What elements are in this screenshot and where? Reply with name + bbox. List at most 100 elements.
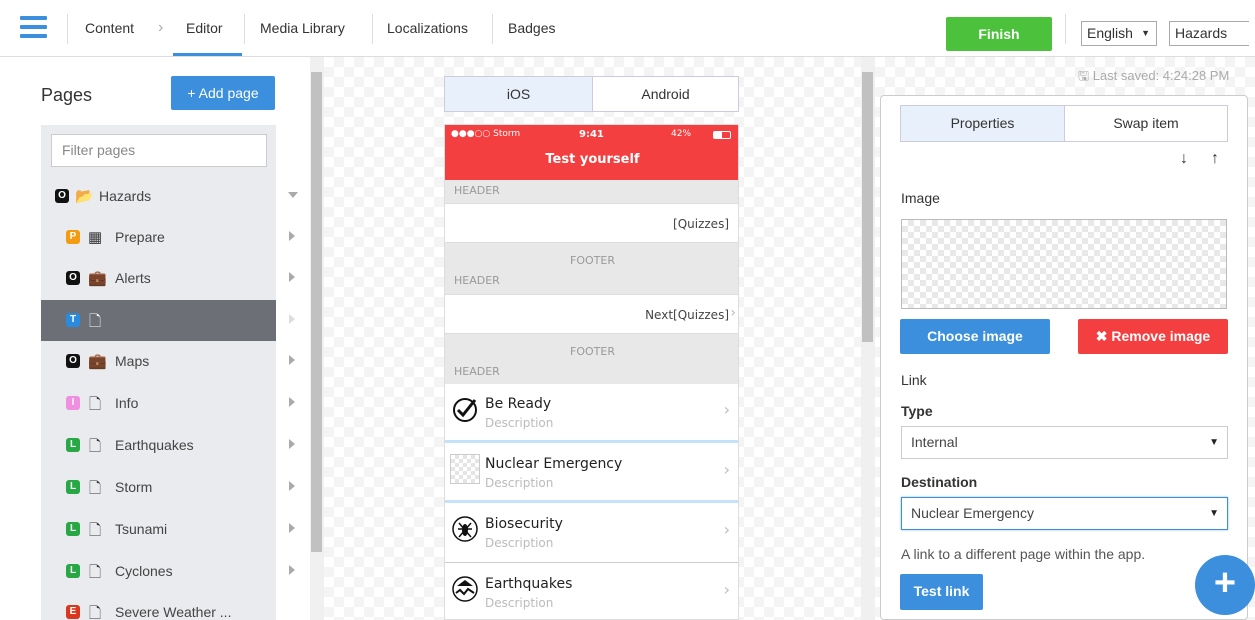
pages-title: Pages bbox=[41, 85, 93, 105]
image-placeholder-icon bbox=[450, 454, 480, 484]
expand-icon[interactable] bbox=[289, 481, 295, 491]
tree-row-label: Earthquakes bbox=[115, 437, 194, 453]
expand-icon[interactable] bbox=[289, 231, 295, 241]
active-tab-underline bbox=[173, 53, 242, 56]
type-label: Type bbox=[901, 403, 933, 419]
sidebar-scroll-thumb[interactable] bbox=[311, 72, 322, 552]
expand-icon[interactable] bbox=[289, 523, 295, 533]
destination-label: Destination bbox=[901, 474, 978, 490]
language-select[interactable]: English ▼ bbox=[1081, 21, 1157, 46]
tree-row-selected[interactable]: T 🗋 bbox=[41, 300, 295, 341]
grid-icon: ▦ bbox=[88, 229, 103, 246]
battery-icon bbox=[713, 131, 731, 139]
menu-icon[interactable] bbox=[20, 16, 47, 38]
image-preview bbox=[901, 219, 1227, 309]
status-battery: 42% bbox=[671, 129, 692, 139]
header-label: HEADER bbox=[454, 274, 500, 287]
page-icon: 🗋 bbox=[89, 564, 102, 581]
badge: L bbox=[66, 480, 80, 494]
tree-row-label: Alerts bbox=[115, 270, 151, 286]
divider bbox=[372, 14, 373, 44]
tree-row-info[interactable]: I 🗋 Info bbox=[41, 383, 295, 424]
list-item[interactable]: Earthquakes Description › bbox=[445, 564, 738, 619]
list-item-desc: Description bbox=[485, 476, 554, 490]
choose-image-button[interactable]: Choose image bbox=[900, 319, 1050, 354]
destination-select[interactable]: Nuclear Emergency ▼ bbox=[901, 497, 1228, 530]
move-down-icon[interactable]: ↓ bbox=[1180, 150, 1188, 168]
nav-badges[interactable]: Badges bbox=[508, 0, 555, 56]
move-up-icon[interactable]: ↑ bbox=[1211, 150, 1219, 168]
tab-android[interactable]: Android bbox=[592, 76, 739, 112]
preview-scroll-thumb[interactable] bbox=[862, 72, 873, 342]
nav-editor[interactable]: Editor bbox=[186, 0, 223, 56]
remove-image-button[interactable]: ✖ Remove image bbox=[1078, 319, 1228, 354]
header-zone[interactable]: HEADER bbox=[445, 180, 738, 203]
tree-row-storm[interactable]: L 🗋 Storm bbox=[41, 467, 295, 508]
badge: L bbox=[66, 522, 80, 536]
add-page-button[interactable]: + Add page bbox=[171, 76, 275, 110]
tree-row-earthquakes[interactable]: L 🗋 Earthquakes bbox=[41, 425, 295, 466]
expand-icon[interactable] bbox=[289, 439, 295, 449]
finish-button[interactable]: Finish bbox=[946, 17, 1052, 51]
expand-icon[interactable] bbox=[289, 272, 295, 282]
caret-down-icon: ▼ bbox=[1209, 437, 1219, 448]
tree-row-tsunami[interactable]: L 🗋 Tsunami bbox=[41, 509, 295, 550]
footer-label: FOOTER bbox=[570, 345, 615, 358]
expand-icon[interactable] bbox=[289, 565, 295, 575]
app-select[interactable]: Hazards bbox=[1169, 21, 1249, 46]
chevron-right-icon: › bbox=[730, 305, 736, 321]
badge: L bbox=[66, 438, 80, 452]
chevron-right-icon: › bbox=[723, 520, 730, 539]
list-item-desc: Description bbox=[485, 416, 554, 430]
list-item[interactable]: Biosecurity Description › bbox=[445, 504, 738, 563]
quiz-component[interactable]: [Quizzes] bbox=[445, 203, 738, 243]
list-item[interactable]: Be Ready Description › bbox=[445, 384, 738, 443]
tab-properties[interactable]: Properties bbox=[900, 105, 1065, 142]
next-quiz-component[interactable]: Next[Quizzes] › bbox=[445, 294, 738, 334]
list-item-title: Biosecurity bbox=[485, 516, 563, 532]
footer-header-zone[interactable]: FOOTER HEADER bbox=[445, 334, 738, 384]
divider bbox=[1065, 14, 1066, 44]
tree-row-alerts[interactable]: O 💼 Alerts bbox=[41, 258, 295, 299]
tree-row-hazards[interactable]: O 📂 Hazards bbox=[41, 176, 298, 217]
badge: L bbox=[66, 564, 80, 578]
page-icon: 🗋 bbox=[89, 605, 102, 620]
expand-icon[interactable] bbox=[289, 314, 295, 324]
add-component-fab[interactable]: + bbox=[1195, 555, 1255, 615]
last-saved-text: Last saved: 4:24:28 PM bbox=[1092, 68, 1230, 83]
footer-header-zone[interactable]: FOOTER HEADER bbox=[445, 243, 738, 294]
expand-icon[interactable] bbox=[289, 355, 295, 365]
type-select[interactable]: Internal ▼ bbox=[901, 426, 1228, 459]
filter-pages-input[interactable]: Filter pages bbox=[51, 134, 267, 167]
breadcrumb-chevron-icon: › bbox=[158, 19, 164, 36]
nav-content[interactable]: Content bbox=[85, 0, 134, 56]
page-icon: 🗋 bbox=[89, 480, 102, 497]
tree-row-label: Hazards bbox=[99, 188, 152, 204]
nav-localizations[interactable]: Localizations bbox=[387, 0, 468, 56]
collapse-icon[interactable] bbox=[288, 192, 298, 198]
nav-media-library[interactable]: Media Library bbox=[260, 0, 345, 56]
chevron-right-icon: › bbox=[723, 460, 730, 479]
tree-row-maps[interactable]: O 💼 Maps bbox=[41, 341, 295, 382]
tab-swap-item[interactable]: Swap item bbox=[1064, 105, 1228, 142]
save-icon: 🖫 bbox=[1078, 68, 1093, 83]
quizzes-label: [Quizzes] bbox=[673, 217, 729, 231]
type-value: Internal bbox=[911, 434, 958, 450]
tree-row-severe-weather[interactable]: E 🗋 Severe Weather ... bbox=[41, 592, 276, 620]
caret-down-icon: ▼ bbox=[1141, 28, 1150, 38]
expand-icon[interactable] bbox=[289, 397, 295, 407]
page-icon: 🗋 bbox=[89, 396, 102, 413]
folder-icon: 📂 bbox=[75, 188, 94, 205]
list-item[interactable]: Nuclear Emergency Description › bbox=[445, 444, 738, 503]
tab-ios[interactable]: iOS bbox=[444, 76, 593, 112]
chevron-right-icon: › bbox=[723, 580, 730, 599]
tree-row-label: Prepare bbox=[115, 229, 165, 245]
last-saved: 🖫 Last saved: 4:24:28 PM bbox=[1078, 67, 1229, 89]
tree-row-prepare[interactable]: P ▦ Prepare bbox=[41, 217, 295, 258]
list-item-title: Earthquakes bbox=[485, 576, 573, 592]
test-link-button[interactable]: Test link bbox=[900, 574, 983, 610]
screen-title: Test yourself bbox=[545, 152, 640, 167]
tree-row-cyclones[interactable]: L 🗋 Cyclones bbox=[41, 551, 295, 592]
tree-row-label: Info bbox=[115, 395, 139, 411]
tree-row-label: Cyclones bbox=[115, 563, 173, 579]
